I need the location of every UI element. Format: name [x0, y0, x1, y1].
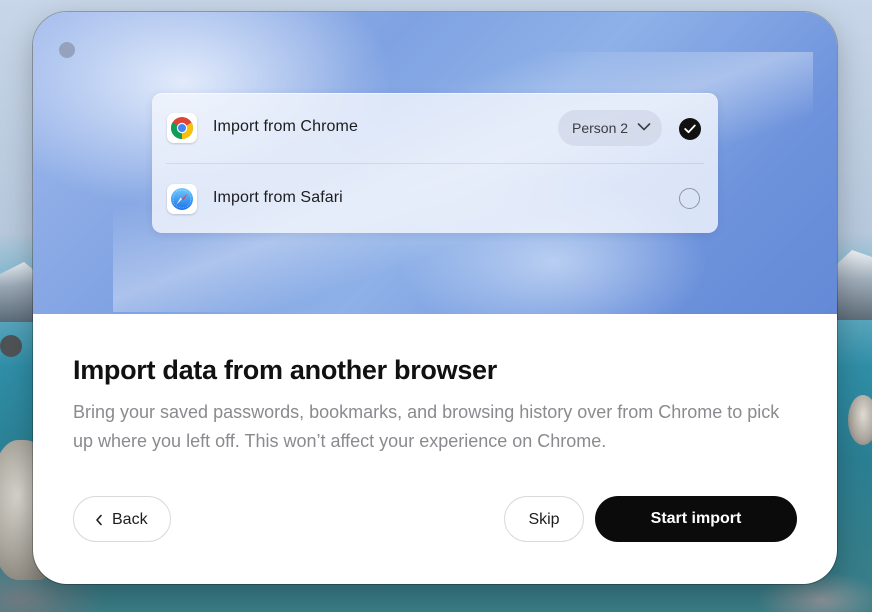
import-row-chrome[interactable]: Import from Chrome Person 2 — [152, 93, 718, 163]
chevron-left-icon — [96, 514, 102, 526]
profile-dropdown-value: Person 2 — [572, 120, 629, 136]
back-button[interactable]: Back — [73, 496, 171, 542]
skip-button[interactable]: Skip — [504, 496, 584, 542]
hero-illustration: Import from Chrome Person 2 Import from … — [33, 12, 837, 314]
start-import-button[interactable]: Start import — [595, 496, 797, 542]
import-row-label: Import from Safari — [213, 189, 343, 206]
start-import-button-label: Start import — [650, 510, 742, 527]
wallpaper-rock — [0, 335, 22, 357]
skip-button-label: Skip — [528, 511, 560, 528]
page-description: Bring your saved passwords, bookmarks, a… — [73, 402, 780, 451]
chrome-icon — [167, 113, 197, 143]
import-row-safari[interactable]: Import from Safari — [152, 164, 718, 234]
radio-unselected-icon[interactable] — [679, 188, 700, 209]
wallpaper-rock — [848, 395, 872, 445]
back-button-label: Back — [112, 511, 148, 528]
profile-dropdown[interactable]: Person 2 — [558, 110, 662, 146]
chevron-down-icon — [637, 123, 651, 131]
import-row-label: Import from Chrome — [213, 118, 358, 135]
import-source-list: Import from Chrome Person 2 Import from … — [152, 93, 718, 233]
page-title: Import data from another browser — [73, 355, 497, 385]
window-close-dot[interactable] — [59, 42, 75, 58]
safari-icon — [167, 184, 197, 214]
checkmark-selected-icon[interactable] — [679, 118, 701, 140]
import-dialog: Import from Chrome Person 2 Import from … — [33, 12, 837, 584]
